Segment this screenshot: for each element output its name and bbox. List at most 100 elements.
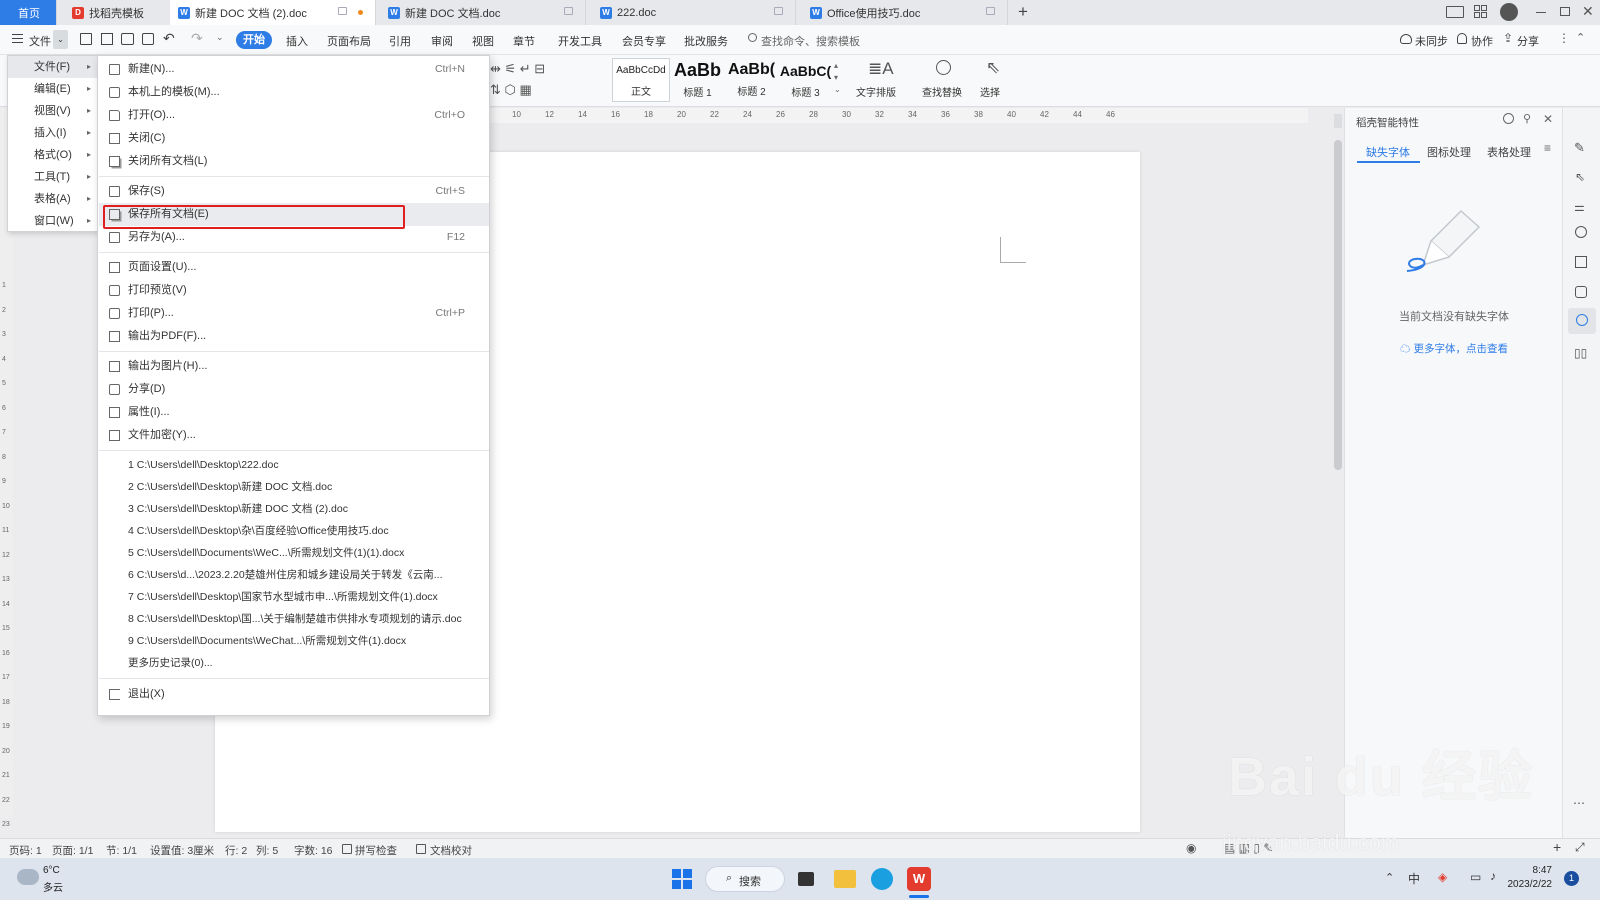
style-heading-3[interactable]: AaBbC( 标题 3 bbox=[778, 58, 833, 102]
file-menu-button[interactable]: 文件 bbox=[29, 33, 51, 49]
menu-edit[interactable]: 编辑(E) ▸ bbox=[8, 78, 98, 100]
redo-icon[interactable]: ↷ bbox=[191, 30, 203, 47]
line-spacing-icon[interactable]: ⇅ ⬡ ▦ bbox=[490, 82, 532, 98]
menu-item-properties[interactable]: 属性(I)... bbox=[99, 401, 489, 424]
menu-item-page-setup[interactable]: 页面设置(U)... bbox=[99, 256, 489, 279]
network-icon[interactable]: ▭ bbox=[1470, 870, 1481, 884]
menu-item-save[interactable]: 保存(S) Ctrl+S bbox=[99, 180, 489, 203]
paragraph-tools-icon[interactable]: ⇹ ⚟ ↵ ⊟ bbox=[490, 61, 545, 77]
menu-item-save-as[interactable]: 另存为(A)... F12 bbox=[99, 226, 489, 249]
menu-item-print-preview[interactable]: 打印预览(V) bbox=[99, 279, 489, 302]
style-normal[interactable]: AaBbCcDd 正文 bbox=[612, 58, 670, 102]
text-layout-button[interactable]: 文字排版 bbox=[856, 84, 896, 99]
tab-references[interactable]: 引用 bbox=[389, 33, 411, 49]
hamburger-icon[interactable] bbox=[12, 34, 23, 43]
command-search-input[interactable]: 查找命令、搜索模板 bbox=[761, 33, 860, 49]
tab-docer[interactable]: D 找稻壳模板 bbox=[64, 0, 176, 25]
tab-doc[interactable]: W 新建 DOC 文档.doc bbox=[380, 0, 586, 25]
recent-file-item[interactable]: 3 C:\Users\dell\Desktop\新建 DOC 文档 (2).do… bbox=[99, 498, 489, 520]
tab-chapter[interactable]: 章节 bbox=[513, 33, 535, 49]
share-button[interactable]: 分享 bbox=[1517, 33, 1539, 49]
find-replace-icon[interactable] bbox=[936, 60, 951, 75]
file-explorer-icon[interactable] bbox=[834, 870, 856, 888]
menu-item-local-templates[interactable]: 本机上的模板(M)... bbox=[99, 81, 489, 104]
recent-file-item[interactable]: 1 C:\Users\dell\Desktop\222.doc bbox=[99, 454, 489, 476]
menu-table[interactable]: 表格(A) ▸ bbox=[8, 188, 98, 210]
menu-item-share[interactable]: 分享(D) bbox=[99, 378, 489, 401]
tab-doc[interactable]: W Office使用技巧.doc bbox=[802, 0, 1008, 25]
menu-item-close-all[interactable]: 关闭所有文档(L) bbox=[99, 150, 489, 173]
taskbar-search-button[interactable]: ⌕ 搜索 bbox=[705, 866, 785, 892]
menu-item-close[interactable]: 关闭(C) bbox=[99, 127, 489, 150]
tab-review-service[interactable]: 批改服务 bbox=[684, 33, 728, 49]
export-toolbar-icon[interactable] bbox=[101, 33, 113, 45]
smart-features-rail-button[interactable] bbox=[1568, 308, 1596, 334]
status-setting-value[interactable]: 设置值: 3厘米 bbox=[150, 843, 214, 858]
menu-insert[interactable]: 插入(I) ▸ bbox=[8, 122, 98, 144]
menu-view[interactable]: 视图(V) ▸ bbox=[8, 100, 98, 122]
styles-scroll-icon[interactable]: ▴ ▾ ⌄ bbox=[834, 60, 841, 96]
status-section[interactable]: 节: 1/1 bbox=[106, 843, 137, 858]
avatar[interactable] bbox=[1500, 3, 1518, 21]
tab-insert[interactable]: 插入 bbox=[286, 33, 308, 49]
menu-item-open[interactable]: 打开(O)... Ctrl+O bbox=[99, 104, 489, 127]
select-button[interactable]: 选择 bbox=[980, 84, 1000, 99]
menu-format[interactable]: 格式(O) ▸ bbox=[8, 144, 98, 166]
weather-temp[interactable]: 6°C bbox=[43, 865, 60, 876]
menu-item-export-image[interactable]: 输出为图片(H)... bbox=[99, 355, 489, 378]
edge-browser-icon[interactable] bbox=[871, 868, 893, 890]
volume-icon[interactable]: ♪ bbox=[1490, 869, 1496, 883]
tab-missing-fonts[interactable]: 缺失字体 bbox=[1366, 144, 1410, 160]
recent-file-item[interactable]: 6 C:\Users\d...\2023.2.20楚雄州住房和城乡建设局关于转发… bbox=[99, 564, 489, 586]
panel-title[interactable]: 稻壳智能特性 bbox=[1356, 115, 1419, 130]
status-column[interactable]: 列: 5 bbox=[256, 843, 278, 858]
edit-pen-icon[interactable]: ✎ bbox=[1574, 140, 1585, 156]
fullscreen-icon[interactable]: ⤢ bbox=[1575, 840, 1585, 855]
image-icon[interactable] bbox=[1575, 286, 1587, 298]
table-icon[interactable] bbox=[1575, 256, 1587, 268]
tray-app-icon[interactable]: ◈ bbox=[1438, 870, 1447, 884]
book-icon[interactable]: ▯▯ bbox=[1574, 346, 1587, 360]
save-toolbar-icon[interactable] bbox=[80, 33, 92, 45]
print-toolbar-icon[interactable] bbox=[121, 33, 134, 45]
recent-file-item[interactable]: 8 C:\Users\dell\Desktop\国...\关于编制楚雄市供排水专… bbox=[99, 608, 489, 630]
grid-icon[interactable] bbox=[1474, 5, 1487, 18]
pin-icon[interactable]: ⚲ bbox=[1523, 112, 1531, 125]
horizontal-ruler[interactable]: 10 12 14 16 18 20 22 24 26 28 30 32 34 36 38 40 42 44 46 bbox=[480, 108, 1308, 123]
eye-protection-icon[interactable]: ◉ bbox=[1186, 841, 1196, 855]
new-tab-button[interactable]: + bbox=[1018, 2, 1028, 22]
menu-item-new[interactable]: 新建(N)... Ctrl+N bbox=[99, 58, 489, 81]
recent-file-item[interactable]: 4 C:\Users\dell\Desktop\杂\百度经验\Office使用技… bbox=[99, 520, 489, 542]
tab-view[interactable]: 视图 bbox=[472, 33, 494, 49]
recent-file-item[interactable]: 7 C:\Users\dell\Desktop\国家节水型城市申...\所需规划… bbox=[99, 586, 489, 608]
tab-doc[interactable]: W 222.doc bbox=[592, 0, 796, 25]
tab-home-ribbon[interactable]: 开始 bbox=[236, 31, 272, 49]
menu-file[interactable]: 文件(F) ▸ bbox=[8, 56, 98, 78]
panel-menu-icon[interactable]: ≡ bbox=[1544, 141, 1551, 155]
help-icon[interactable] bbox=[1575, 226, 1587, 238]
preview-toolbar-icon[interactable] bbox=[142, 33, 154, 45]
status-word-count[interactable]: 字数: 16 bbox=[294, 843, 333, 858]
weather-desc[interactable]: 多云 bbox=[43, 879, 63, 894]
vertical-ruler[interactable]: 1 2 3 4 5 6 7 8 9 10 11 12 13 14 15 16 17 18 19 20 21 22 23 bbox=[0, 230, 13, 828]
text-layout-icon[interactable]: ≣A bbox=[868, 59, 894, 79]
style-heading-1[interactable]: AaBb 标题 1 bbox=[670, 58, 725, 102]
vertical-scrollbar-thumb[interactable] bbox=[1334, 140, 1342, 470]
tab-window-icon[interactable] bbox=[986, 7, 995, 15]
sync-status[interactable]: 未同步 bbox=[1415, 33, 1448, 49]
collapse-ribbon-icon[interactable]: ⌃ bbox=[1576, 31, 1585, 44]
tab-active-doc[interactable]: W 新建 DOC 文档 (2).doc bbox=[170, 0, 376, 25]
more-fonts-link[interactable]: ☁ 更多字体，点击查看 bbox=[1345, 341, 1563, 356]
status-page-number[interactable]: 页码: 1 bbox=[9, 843, 42, 858]
close-icon[interactable]: ✕ bbox=[1582, 3, 1594, 20]
menu-item-export-pdf[interactable]: 输出为PDF(F)... bbox=[99, 325, 489, 348]
spell-check-button[interactable]: 拼写检查 bbox=[355, 843, 397, 858]
find-replace-button[interactable]: 查找替换 bbox=[922, 84, 962, 99]
menu-tools[interactable]: 工具(T) ▸ bbox=[8, 166, 98, 188]
clock-time[interactable]: 8:47 bbox=[1512, 865, 1552, 876]
tab-developer[interactable]: 开发工具 bbox=[558, 33, 602, 49]
menu-window[interactable]: 窗口(W) ▸ bbox=[8, 210, 98, 232]
ime-icon[interactable]: 中 bbox=[1408, 870, 1420, 887]
clock-date[interactable]: 2023/2/22 bbox=[1502, 879, 1553, 890]
tab-window-icon[interactable] bbox=[564, 7, 573, 15]
